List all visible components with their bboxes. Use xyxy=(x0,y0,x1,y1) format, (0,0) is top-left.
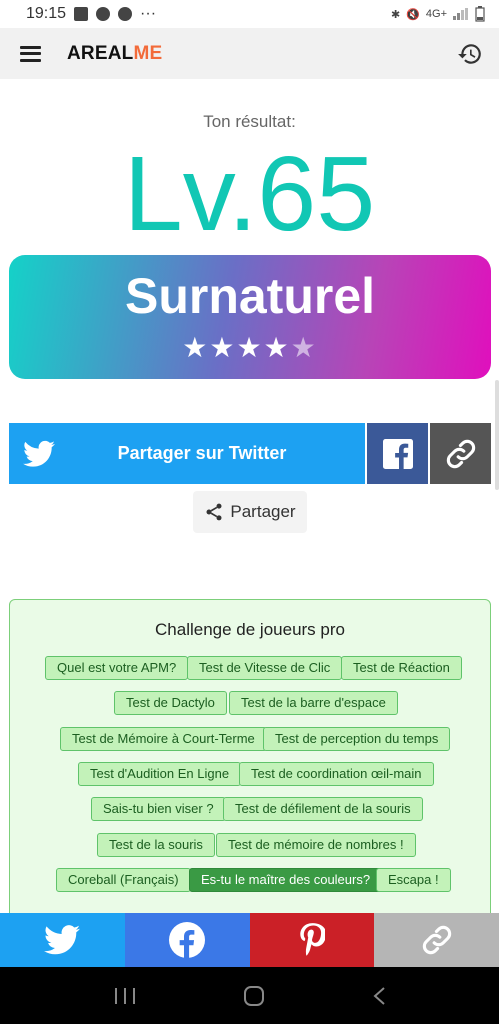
twitter-icon xyxy=(9,440,69,468)
link-icon xyxy=(446,439,475,468)
bottom-share-bar xyxy=(0,913,499,967)
challenge-tag-active[interactable]: Es-tu le maître des couleurs? xyxy=(189,868,383,892)
bottom-pinterest-button[interactable] xyxy=(249,913,375,967)
back-icon[interactable] xyxy=(372,986,386,1006)
challenge-tag[interactable]: Test de Vitesse de Clic xyxy=(187,656,343,680)
challenge-tag[interactable]: Escapa ! xyxy=(376,868,451,892)
challenge-tag[interactable]: Test de mémoire de nombres ! xyxy=(216,833,416,857)
challenge-tag[interactable]: Test de perception du temps xyxy=(263,727,451,751)
scrollbar[interactable] xyxy=(495,380,499,490)
more-notifications-icon: ··· xyxy=(140,5,157,22)
share-link-button[interactable] xyxy=(430,423,491,484)
challenge-tag[interactable]: Test de Dactylo xyxy=(114,691,227,715)
share-generic-label: Partager xyxy=(230,502,296,521)
challenge-tag[interactable]: Test de la souris xyxy=(97,833,215,857)
bluetooth-icon: ✱ xyxy=(390,8,401,21)
bottom-facebook-button[interactable] xyxy=(124,913,250,967)
status-time: 19:15 xyxy=(26,5,67,22)
stars-empty: ★ xyxy=(290,332,318,363)
facebook-icon xyxy=(169,922,206,958)
star-rating: ★★★★★ xyxy=(9,331,491,364)
challenge-tag[interactable]: Test de coordination œil-main xyxy=(239,762,434,786)
mute-icon: 🔇 xyxy=(406,8,420,21)
share-twitter-button[interactable]: Partager sur Twitter xyxy=(9,423,365,484)
status-bar: 19:15 ··· ✱ 🔇 4G+ xyxy=(0,0,499,28)
gallery-icon xyxy=(74,7,89,21)
share-generic-button[interactable]: Partager xyxy=(193,491,307,533)
history-icon[interactable] xyxy=(457,41,483,67)
challenge-tag[interactable]: Test de défilement de la souris xyxy=(223,797,423,821)
share-twitter-label: Partager sur Twitter xyxy=(117,443,287,463)
signal-icon xyxy=(453,8,468,20)
bottom-twitter-button[interactable] xyxy=(0,913,125,967)
facebook-icon xyxy=(382,438,413,469)
challenge-tag[interactable]: Quel est votre APM? xyxy=(45,656,189,680)
snapchat-icon xyxy=(96,7,111,21)
home-icon[interactable] xyxy=(243,985,265,1007)
app-header: AREALME xyxy=(0,28,499,79)
challenge-tag[interactable]: Test de la barre d'espace xyxy=(229,691,398,715)
battery-icon xyxy=(475,6,485,22)
menu-button[interactable] xyxy=(0,28,60,79)
recent-apps-icon[interactable] xyxy=(114,987,136,1005)
hamburger-icon xyxy=(19,45,41,62)
share-facebook-button[interactable] xyxy=(367,423,428,484)
bottom-link-button[interactable] xyxy=(374,913,499,967)
network-label: 4G+ xyxy=(425,8,447,20)
rank-title: Surnaturel xyxy=(124,268,376,324)
link-icon xyxy=(422,925,451,955)
challenge-tag[interactable]: Sais-tu bien viser ? xyxy=(91,797,226,821)
share-icon xyxy=(206,503,222,521)
system-nav-bar xyxy=(0,967,499,1024)
challenge-title: Challenge de joueurs pro xyxy=(155,620,345,639)
pinterest-icon xyxy=(300,923,325,956)
level-value: Lv.65 xyxy=(123,135,376,253)
challenge-tag[interactable]: Test d'Audition En Ligne xyxy=(78,762,242,786)
result-label: Ton résultat: xyxy=(203,112,296,131)
challenge-tag[interactable]: Test de Réaction xyxy=(341,656,462,680)
twitter-icon xyxy=(44,925,81,955)
snapchat-icon-2 xyxy=(118,7,133,21)
rank-card: Surnaturel ★★★★★ xyxy=(9,255,491,379)
challenge-tag[interactable]: Coreball (Français) xyxy=(56,868,191,892)
stars-filled: ★★★★ xyxy=(182,332,291,363)
logo[interactable]: AREALME xyxy=(67,43,162,65)
challenge-box: Challenge de joueurs pro Quel est votre … xyxy=(9,599,491,929)
challenge-tag[interactable]: Test de Mémoire à Court-Terme xyxy=(60,727,267,751)
